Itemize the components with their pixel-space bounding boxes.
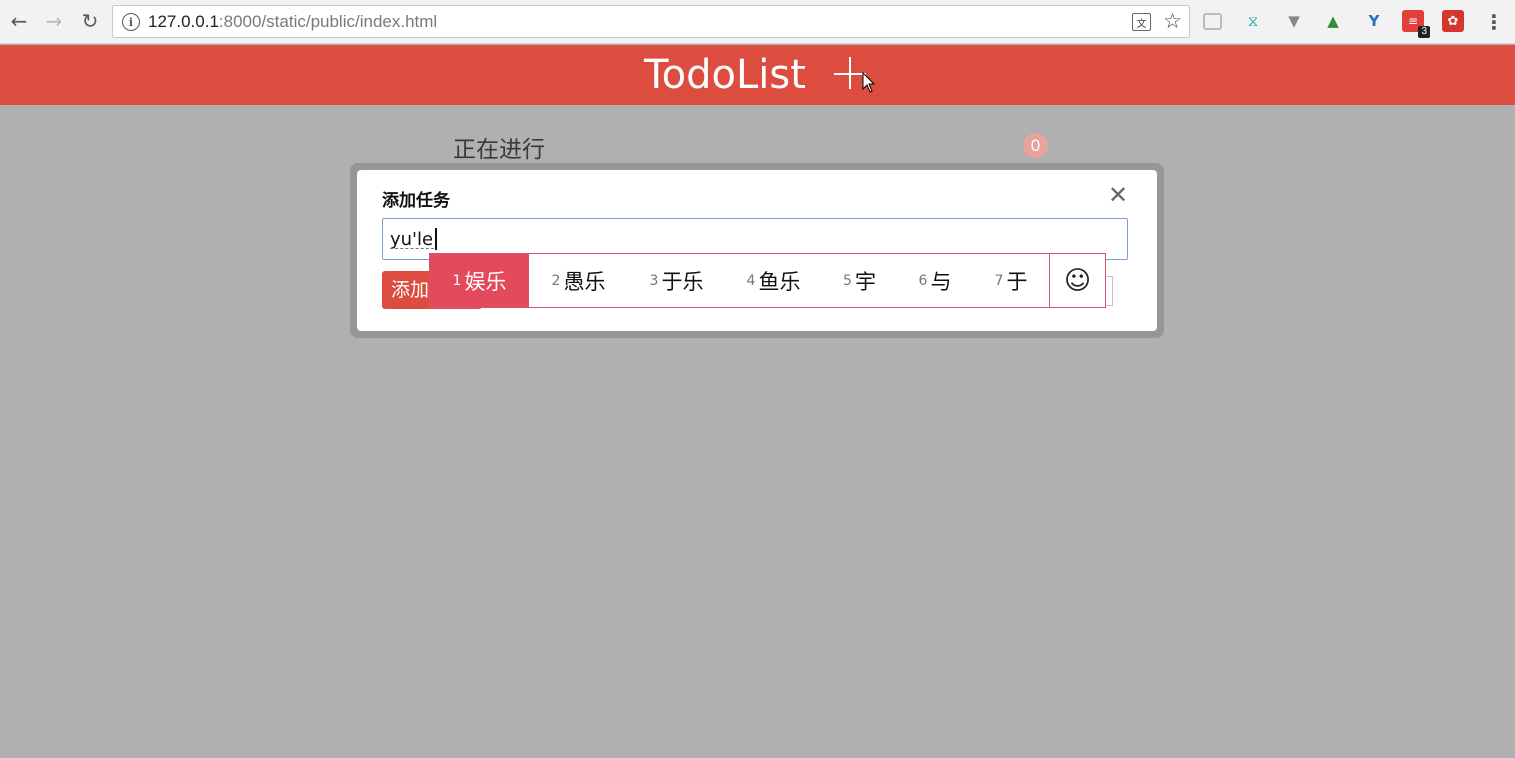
ime-candidate[interactable]: 2 愚乐 <box>529 254 628 307</box>
url-host: 127.0.0.1 <box>148 12 219 31</box>
translate-icon[interactable]: 文 <box>1132 13 1151 31</box>
bug-extension-icon[interactable]: ✿ <box>1442 10 1464 32</box>
ime-candidate[interactable]: 4 鱼乐 <box>725 254 822 307</box>
section-title-doing: 正在进行 <box>453 137 545 163</box>
tree-extension-icon[interactable]: ▲ <box>1322 10 1344 32</box>
mouse-cursor-icon <box>862 72 876 93</box>
ime-candidate[interactable]: 5宇 <box>822 254 897 307</box>
candidate-number: 2 <box>551 272 561 289</box>
back-arrow-icon[interactable]: ← <box>6 8 32 34</box>
candidate-text: 愚乐 <box>563 269 606 294</box>
more-menu-icon[interactable]: ⋮ <box>1484 10 1504 34</box>
text-caret <box>435 228 437 250</box>
ime-composition-underline <box>390 248 434 249</box>
url-text[interactable]: 127.0.0.1:8000/static/public/index.html <box>148 12 437 32</box>
reader-extension-icon[interactable] <box>1203 13 1222 30</box>
ime-candidate[interactable]: 3 于乐 <box>628 254 725 307</box>
reload-icon[interactable]: ↻ <box>77 8 103 34</box>
candidate-number: 4 <box>746 272 756 289</box>
candidate-number: 5 <box>843 272 852 289</box>
ime-candidate[interactable]: 7于 <box>973 254 1049 307</box>
candidate-number: 7 <box>994 272 1004 289</box>
candidate-text: 于 <box>1006 269 1028 294</box>
ime-candidate[interactable]: 1 娱乐 <box>430 254 529 307</box>
y-extension-icon[interactable]: Y <box>1363 10 1385 32</box>
smiley-icon[interactable]: ☺ <box>1049 254 1105 307</box>
candidate-text: 与 <box>930 269 952 294</box>
address-bar[interactable]: i 127.0.0.1:8000/static/public/index.htm… <box>112 5 1190 38</box>
url-path: :8000/static/public/index.html <box>218 12 438 31</box>
browser-toolbar: ← → ↻ i 127.0.0.1:8000/static/public/ind… <box>0 0 1515 44</box>
count-badge: 0 <box>1023 133 1048 158</box>
extension-badge: 3 <box>1418 26 1430 38</box>
candidate-text: 于乐 <box>661 269 704 294</box>
candidate-number: 6 <box>918 272 928 289</box>
candidate-number: 3 <box>649 272 659 289</box>
candidate-text: 鱼乐 <box>758 269 801 294</box>
ime-candidate[interactable]: 6与 <box>897 254 973 307</box>
swirl-extension-icon[interactable]: ⧖ <box>1242 10 1264 32</box>
app-title: TodoList <box>644 52 806 98</box>
close-icon[interactable]: ✕ <box>1107 183 1129 207</box>
vue-devtools-icon[interactable]: ▼ <box>1283 10 1305 32</box>
dialog-title: 添加任务 <box>382 191 450 211</box>
forward-arrow-icon[interactable]: → <box>41 8 67 34</box>
site-info-icon[interactable]: i <box>122 13 140 31</box>
ime-candidate-bar[interactable]: 1 娱乐 2 愚乐 3 于乐 4 鱼乐 5宇 6与 7于 ☺ <box>429 253 1106 308</box>
candidate-number: 1 <box>452 272 462 289</box>
candidate-text: 宇 <box>854 269 876 294</box>
todoist-extension-icon[interactable]: ≡ 3 <box>1402 10 1430 38</box>
bookmark-star-icon[interactable]: ☆ <box>1163 9 1182 33</box>
app-header: TodoList <box>0 45 1515 105</box>
candidate-text: 娱乐 <box>464 269 507 294</box>
